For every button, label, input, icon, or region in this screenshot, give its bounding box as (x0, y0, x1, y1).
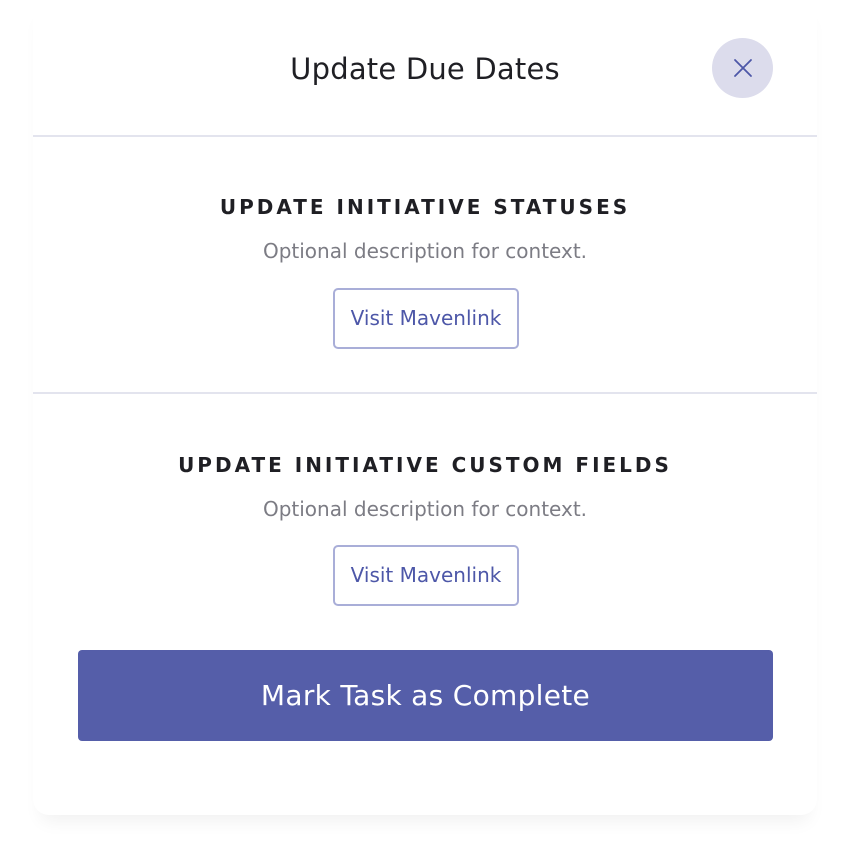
update-due-dates-modal: Update Due Dates UPDATE INITIATIVE STATU… (33, 0, 817, 815)
modal-header: Update Due Dates (33, 0, 817, 137)
visit-mavenlink-button[interactable]: Visit Mavenlink (333, 545, 519, 606)
section-heading: UPDATE INITIATIVE STATUSES (219, 195, 631, 219)
section-description: Optional description for context. (262, 497, 588, 521)
section-initiative-custom-fields: UPDATE INITIATIVE CUSTOM FIELDS Optional… (33, 394, 817, 648)
mark-task-complete-button[interactable]: Mark Task as Complete (78, 650, 773, 741)
section-initiative-statuses: UPDATE INITIATIVE STATUSES Optional desc… (33, 137, 817, 394)
section-heading: UPDATE INITIATIVE CUSTOM FIELDS (178, 453, 672, 477)
close-button[interactable] (712, 38, 773, 98)
section-description: Optional description for context. (262, 239, 588, 263)
visit-mavenlink-button[interactable]: Visit Mavenlink (333, 288, 519, 349)
close-icon (733, 58, 753, 78)
modal-title: Update Due Dates (290, 52, 560, 86)
